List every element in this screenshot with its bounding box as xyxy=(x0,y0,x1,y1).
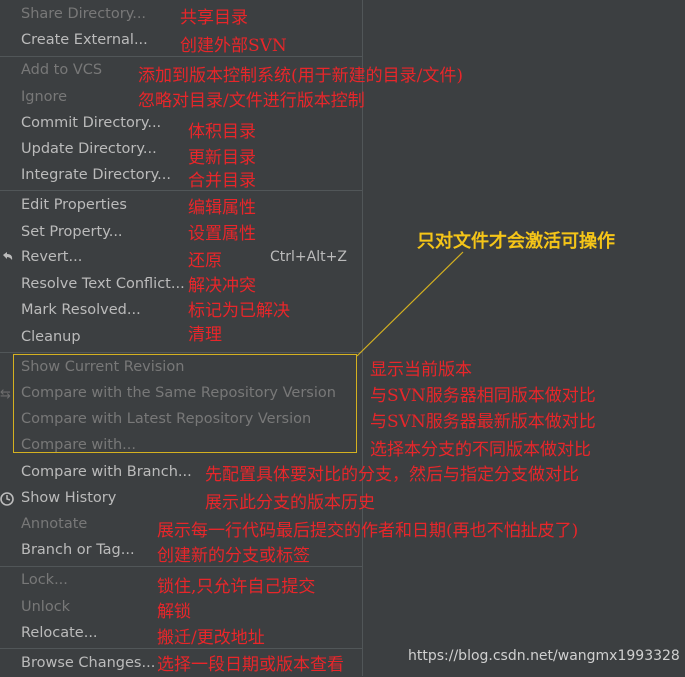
annotation-create-external: 创建外部SVN xyxy=(180,36,287,56)
annotation-browse-changes: 选择一段日期或版本查看 xyxy=(157,655,344,675)
annotation-resolve-text-conflict: 解决冲突 xyxy=(188,276,256,296)
annotation-ignore: 忽略对目录/文件进行版本控制 xyxy=(138,91,365,111)
annotation-mark-resolved: 标记为已解决 xyxy=(188,301,290,321)
annotation-annotate: 展示每一行代码最后提交的作者和日期(再也不怕扯皮了) xyxy=(157,521,579,541)
annotation-cleanup: 清理 xyxy=(188,325,222,345)
annotation-compare-same-repo: 与SVN服务器相同版本做对比 xyxy=(370,386,596,406)
annotation-integrate-directory: 合并目录 xyxy=(188,171,256,191)
annotation-set-property: 设置属性 xyxy=(188,224,256,244)
annotation-branch-or-tag: 创建新的分支或标签 xyxy=(157,546,310,566)
annotation-revert: 还原 xyxy=(188,251,222,271)
annotation-compare-with-branch: 先配置具体要对比的分支，然后与指定分支做对比 xyxy=(205,465,579,485)
annotation-relocate: 搬迁/更改地址 xyxy=(157,628,265,648)
annotation-update-directory: 更新目录 xyxy=(188,148,256,168)
annotation-lock: 锁住,只允许自己提交 xyxy=(157,577,316,597)
watermark-url: https://blog.csdn.net/wangmx1993328 xyxy=(408,648,680,664)
annotation-edit-properties: 编辑属性 xyxy=(188,198,256,218)
annotation-unlock: 解锁 xyxy=(157,602,191,622)
annotation-commit-directory: 体积目录 xyxy=(188,122,256,142)
annotation-compare-with: 选择本分支的不同版本做对比 xyxy=(370,440,591,460)
annotation-compare-latest-repo: 与SVN服务器最新版本做对比 xyxy=(370,412,596,432)
annotation-share-directory: 共享目录 xyxy=(180,8,248,28)
annotation-show-current-revision: 显示当前版本 xyxy=(370,360,472,380)
callout-text: 只对文件才会激活可操作 xyxy=(417,231,615,252)
annotation-add-to-vcs: 添加到版本控制系统(用于新建的目录/文件) xyxy=(138,66,463,86)
annotation-show-history: 展示此分支的版本历史 xyxy=(205,493,375,513)
